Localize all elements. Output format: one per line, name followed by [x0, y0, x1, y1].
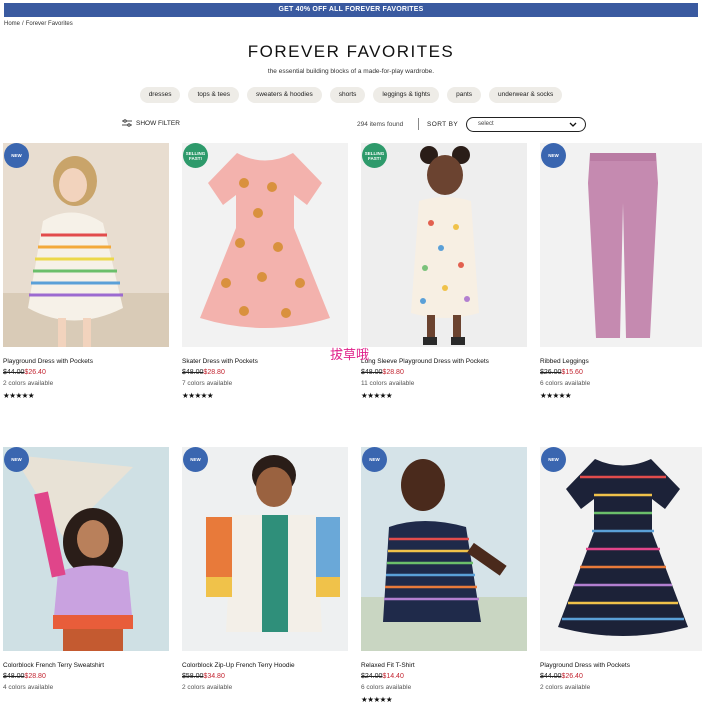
- product-image[interactable]: NEW: [540, 447, 702, 651]
- items-found-count: 294 items found: [357, 121, 404, 128]
- product-card[interactable]: NEW Colorblock French Terry Sweatshirt $…: [3, 447, 169, 704]
- sale-price: $14.40: [382, 673, 404, 680]
- colors-available: 11 colors available: [361, 380, 415, 387]
- sort-select[interactable]: select: [466, 117, 586, 132]
- original-price: $24.00: [361, 673, 383, 680]
- product-price: $26.00$15.60: [540, 369, 583, 376]
- colors-available: 4 colors available: [3, 684, 54, 691]
- filter-icon: [122, 119, 132, 127]
- rating-stars: ★★★★★: [361, 391, 393, 400]
- category-chip-sweaters-hoodies[interactable]: sweaters & hoodies: [246, 87, 322, 103]
- product-price: $48.00$28.80: [3, 673, 46, 680]
- page-title: FOREVER FAVORITES: [247, 42, 455, 61]
- sale-price: $26.40: [561, 673, 583, 680]
- toolbar-divider: [418, 118, 419, 130]
- category-chip-leggings-tights[interactable]: leggings & tights: [373, 87, 440, 103]
- product-card[interactable]: NEW Playground Dress with Pockets $44.00…: [3, 143, 169, 408]
- product-name[interactable]: Colorblock French Terry Sweatshirt: [3, 662, 104, 669]
- original-price: $44.00: [3, 369, 25, 376]
- badge-new: NEW: [4, 447, 29, 472]
- original-price: $44.00: [540, 673, 562, 680]
- breadcrumb-current: Forever Favorites: [25, 21, 73, 27]
- product-price: $58.00$34.80: [182, 673, 225, 680]
- category-chip-shorts[interactable]: shorts: [329, 87, 366, 103]
- product-price: $44.00$26.40: [3, 369, 46, 376]
- product-image[interactable]: NEW: [361, 447, 527, 651]
- sale-price: $28.80: [382, 369, 404, 376]
- colors-available: 2 colors available: [540, 684, 591, 691]
- category-chip-dresses[interactable]: dresses: [139, 87, 181, 103]
- sort-by-label: SORT BY: [427, 121, 459, 128]
- sale-price: $28.80: [203, 369, 225, 376]
- badge-selling-fast: SELLING FAST!: [183, 143, 208, 168]
- badge-new: NEW: [4, 143, 29, 168]
- rating-stars: ★★★★★: [182, 391, 214, 400]
- original-price: $48.00: [182, 369, 204, 376]
- product-name[interactable]: Playground Dress with Pockets: [540, 662, 630, 669]
- product-price: $44.00$26.40: [540, 673, 583, 680]
- product-card[interactable]: NEW Ribbed Leggings $26.00$15.60 6 color…: [540, 143, 702, 408]
- product-price: $48.00$28.80: [182, 369, 225, 376]
- breadcrumb-home-link[interactable]: Home: [4, 21, 20, 27]
- colors-available: 6 colors available: [361, 684, 412, 691]
- original-price: $58.00: [182, 673, 204, 680]
- page-subtitle: the essential building blocks of a made-…: [267, 68, 435, 75]
- product-card[interactable]: NEW Colorblock Zip-Up French Terry Hoodi…: [182, 447, 348, 704]
- colors-available: 7 colors available: [182, 380, 233, 387]
- product-card[interactable]: NEW Playground Dress with Pockets $44.00…: [540, 447, 702, 704]
- product-card[interactable]: SELLING FAST! Long Sleeve Playground Dres…: [361, 143, 527, 408]
- show-filter-button[interactable]: SHOW FILTER: [122, 119, 180, 127]
- sale-price: $28.80: [24, 673, 46, 680]
- product-price: $24.00$14.40: [361, 673, 404, 680]
- product-price: $48.00$28.80: [361, 369, 404, 376]
- colors-available: 6 colors available: [540, 380, 591, 387]
- product-image[interactable]: SELLING FAST!: [182, 143, 348, 347]
- product-name[interactable]: Relaxed Fit T-Shirt: [361, 662, 415, 669]
- rating-stars: ★★★★★: [361, 695, 393, 704]
- original-price: $48.00: [3, 673, 25, 680]
- overlay-text: 拔草哦: [330, 348, 370, 363]
- breadcrumb: Home / Forever Favorites: [4, 21, 73, 27]
- product-card[interactable]: NEW Relaxed Fit T-Shirt $24.00$14.40 6 c…: [361, 447, 527, 704]
- sale-price: $26.40: [24, 369, 46, 376]
- product-image[interactable]: NEW: [3, 447, 169, 651]
- badge-new: NEW: [541, 447, 566, 472]
- rating-stars: ★★★★★: [3, 391, 35, 400]
- product-name[interactable]: Colorblock Zip-Up French Terry Hoodie: [182, 662, 295, 669]
- product-name[interactable]: Skater Dress with Pockets: [182, 358, 258, 365]
- promo-banner[interactable]: GET 40% OFF ALL FOREVER FAVORITES: [4, 3, 698, 17]
- sale-price: $34.80: [203, 673, 225, 680]
- original-price: $26.00: [540, 369, 562, 376]
- product-name[interactable]: Playground Dress with Pockets: [3, 358, 93, 365]
- category-chip-underwear-socks[interactable]: underwear & socks: [489, 87, 563, 103]
- colors-available: 2 colors available: [182, 684, 233, 691]
- badge-selling-fast: SELLING FAST!: [362, 143, 387, 168]
- original-price: $48.00: [361, 369, 383, 376]
- sale-price: $15.60: [561, 369, 583, 376]
- chevron-down-icon: [569, 122, 577, 127]
- category-chips: dresses tops & tees sweaters & hoodies s…: [0, 87, 702, 103]
- product-card[interactable]: SELLING FAST! Skater Dress with Pockets $…: [182, 143, 348, 408]
- sort-select-value: select: [478, 121, 494, 127]
- product-image[interactable]: NEW: [3, 143, 169, 347]
- product-image[interactable]: NEW: [182, 447, 348, 651]
- colors-available: 2 colors available: [3, 380, 54, 387]
- product-name[interactable]: Ribbed Leggings: [540, 358, 589, 365]
- product-image[interactable]: SELLING FAST!: [361, 143, 527, 347]
- breadcrumb-separator: /: [22, 21, 24, 27]
- badge-new: NEW: [541, 143, 566, 168]
- badge-new: NEW: [362, 447, 387, 472]
- toolbar: SHOW FILTER 294 items found SORT BY sele…: [0, 115, 702, 135]
- category-chip-tops-tees[interactable]: tops & tees: [188, 87, 239, 103]
- product-name[interactable]: Long Sleeve Playground Dress with Pocket…: [361, 358, 489, 365]
- category-chip-pants[interactable]: pants: [447, 87, 482, 103]
- product-image[interactable]: NEW: [540, 143, 702, 347]
- rating-stars: ★★★★★: [540, 391, 572, 400]
- show-filter-label: SHOW FILTER: [136, 119, 180, 127]
- badge-new: NEW: [183, 447, 208, 472]
